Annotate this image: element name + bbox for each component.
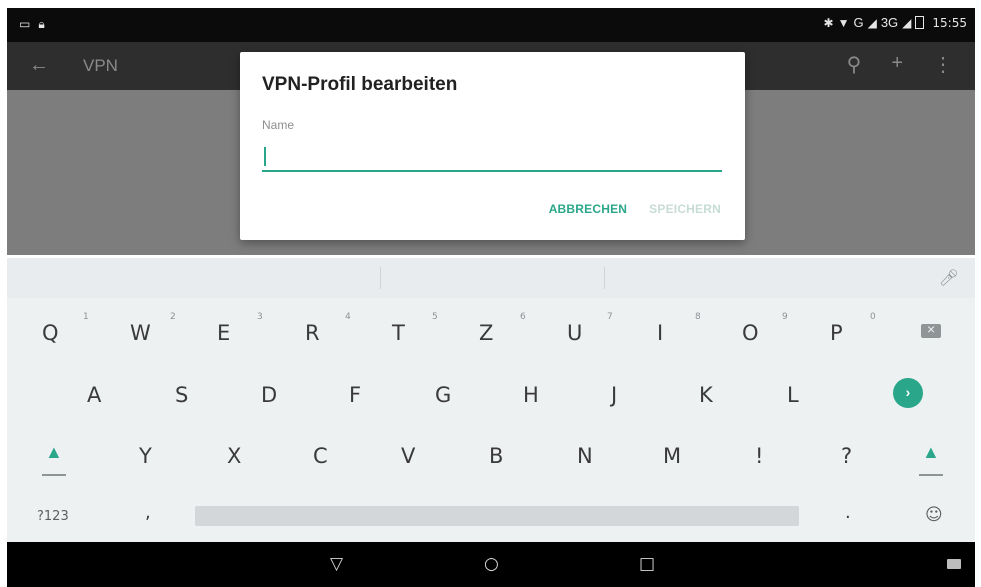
emoji-icon[interactable]: ☺ bbox=[925, 505, 943, 525]
key-hint: 6 bbox=[520, 312, 526, 322]
navigation-bar: ▽ ○ □ bbox=[7, 542, 975, 587]
nav-back-icon[interactable]: ▽ bbox=[330, 554, 343, 574]
shift-indicator bbox=[42, 474, 66, 476]
key-b[interactable]: B bbox=[489, 444, 503, 468]
key-hint: 0 bbox=[870, 312, 876, 322]
shift-icon[interactable]: ▲ bbox=[45, 442, 63, 463]
key-hint: 3 bbox=[257, 312, 263, 322]
backspace-icon[interactable] bbox=[921, 321, 941, 338]
key-i[interactable]: I bbox=[657, 321, 663, 345]
lock-icon: 🔒︎ bbox=[38, 17, 45, 31]
save-button[interactable]: SPEICHERN bbox=[649, 202, 721, 216]
search-icon[interactable]: ⚲ bbox=[847, 52, 862, 77]
key-w[interactable]: W bbox=[130, 321, 151, 345]
key-z[interactable]: Z bbox=[479, 321, 493, 345]
key-v[interactable]: V bbox=[401, 444, 415, 468]
status-bar: ▭ 🔒︎ ✱ ▼ G ◢ 3G ◢ 15:55 bbox=[7, 8, 975, 42]
key-hint: 7 bbox=[607, 312, 613, 322]
key-f[interactable]: F bbox=[349, 383, 361, 407]
key-h[interactable]: H bbox=[523, 383, 539, 407]
key-j[interactable]: J bbox=[611, 383, 617, 407]
status-indicators: ✱ ▼ G ◢ 3G ◢ 15:55 bbox=[824, 15, 967, 30]
key-o[interactable]: O bbox=[742, 321, 759, 345]
suggestion-strip: 🎤︎ bbox=[7, 258, 975, 298]
key-hint: 9 bbox=[782, 312, 788, 322]
key-n[interactable]: N bbox=[577, 444, 593, 468]
dialog-actions: ABBRECHEN SPEICHERN bbox=[549, 202, 721, 216]
key-hint: 5 bbox=[432, 312, 438, 322]
soft-keyboard: Q 1 W 2 E 3 R 4 T 5 Z 6 U 7 I 8 O 9 P 0 … bbox=[7, 298, 975, 542]
nav-home-icon[interactable]: ○ bbox=[484, 554, 499, 574]
wifi-icon: ▼ bbox=[837, 15, 850, 30]
spacebar[interactable] bbox=[195, 506, 799, 526]
key-period[interactable]: . bbox=[845, 502, 851, 523]
key-e[interactable]: E bbox=[217, 321, 230, 345]
vpn-edit-dialog: VPN-Profil bearbeiten Name ABBRECHEN SPE… bbox=[240, 52, 745, 240]
keyboard-icon[interactable] bbox=[947, 559, 961, 569]
network-3g-label: 3G bbox=[880, 15, 899, 30]
key-comma[interactable]: , bbox=[145, 502, 151, 523]
key-m[interactable]: M bbox=[663, 444, 681, 468]
mic-icon[interactable]: 🎤︎ bbox=[939, 268, 959, 288]
arrow-left-icon[interactable]: ← bbox=[29, 54, 49, 77]
dialog-title: VPN-Profil bearbeiten bbox=[262, 74, 458, 95]
battery-icon bbox=[915, 16, 925, 29]
key-hint: 2 bbox=[170, 312, 176, 322]
screenshot-icon: ▭ bbox=[19, 17, 31, 31]
key-g[interactable]: G bbox=[435, 383, 451, 407]
suggestion-divider bbox=[380, 267, 381, 289]
key-t[interactable]: T bbox=[392, 321, 405, 345]
toolbar-actions: ⚲ + ⋮ bbox=[847, 52, 953, 77]
signal-icon: ◢ bbox=[902, 15, 912, 30]
symbols-key[interactable]: ?123 bbox=[37, 509, 69, 524]
key-p[interactable]: P bbox=[830, 321, 843, 345]
key-hint: 4 bbox=[345, 312, 351, 322]
name-input[interactable] bbox=[262, 140, 722, 172]
key-x[interactable]: X bbox=[227, 444, 241, 468]
key-u[interactable]: U bbox=[567, 321, 582, 345]
key-hint: 8 bbox=[695, 312, 701, 322]
shift-indicator bbox=[919, 474, 943, 476]
name-field-label: Name bbox=[262, 118, 295, 132]
key-a[interactable]: A bbox=[87, 383, 101, 407]
shift-icon[interactable]: ▲ bbox=[922, 442, 940, 463]
key-hint: 1 bbox=[83, 312, 89, 322]
suggestion-divider bbox=[604, 267, 605, 289]
key-s[interactable]: S bbox=[175, 383, 188, 407]
signal-icon: ◢ bbox=[867, 15, 877, 30]
cancel-button[interactable]: ABBRECHEN bbox=[549, 202, 627, 216]
key-exclamation[interactable]: ! bbox=[755, 444, 763, 468]
key-q[interactable]: Q bbox=[42, 321, 59, 345]
status-time: 15:55 bbox=[932, 15, 967, 30]
bluetooth-icon: ✱ bbox=[823, 15, 834, 30]
key-d[interactable]: D bbox=[261, 383, 277, 407]
key-r[interactable]: R bbox=[305, 321, 320, 345]
key-l[interactable]: L bbox=[787, 383, 799, 407]
text-cursor bbox=[264, 147, 266, 166]
more-vert-icon[interactable]: ⋮ bbox=[933, 52, 953, 77]
key-y[interactable]: Y bbox=[139, 444, 152, 468]
toolbar-title: VPN bbox=[83, 56, 118, 75]
nav-recents-icon[interactable]: □ bbox=[639, 554, 655, 574]
enter-icon[interactable]: › bbox=[893, 378, 923, 408]
key-k[interactable]: K bbox=[699, 383, 713, 407]
network-g-label: G bbox=[853, 15, 864, 30]
key-question[interactable]: ? bbox=[841, 444, 852, 468]
status-notifications: ▭ 🔒︎ bbox=[19, 17, 45, 32]
key-c[interactable]: C bbox=[313, 444, 328, 468]
plus-icon[interactable]: + bbox=[891, 52, 903, 77]
